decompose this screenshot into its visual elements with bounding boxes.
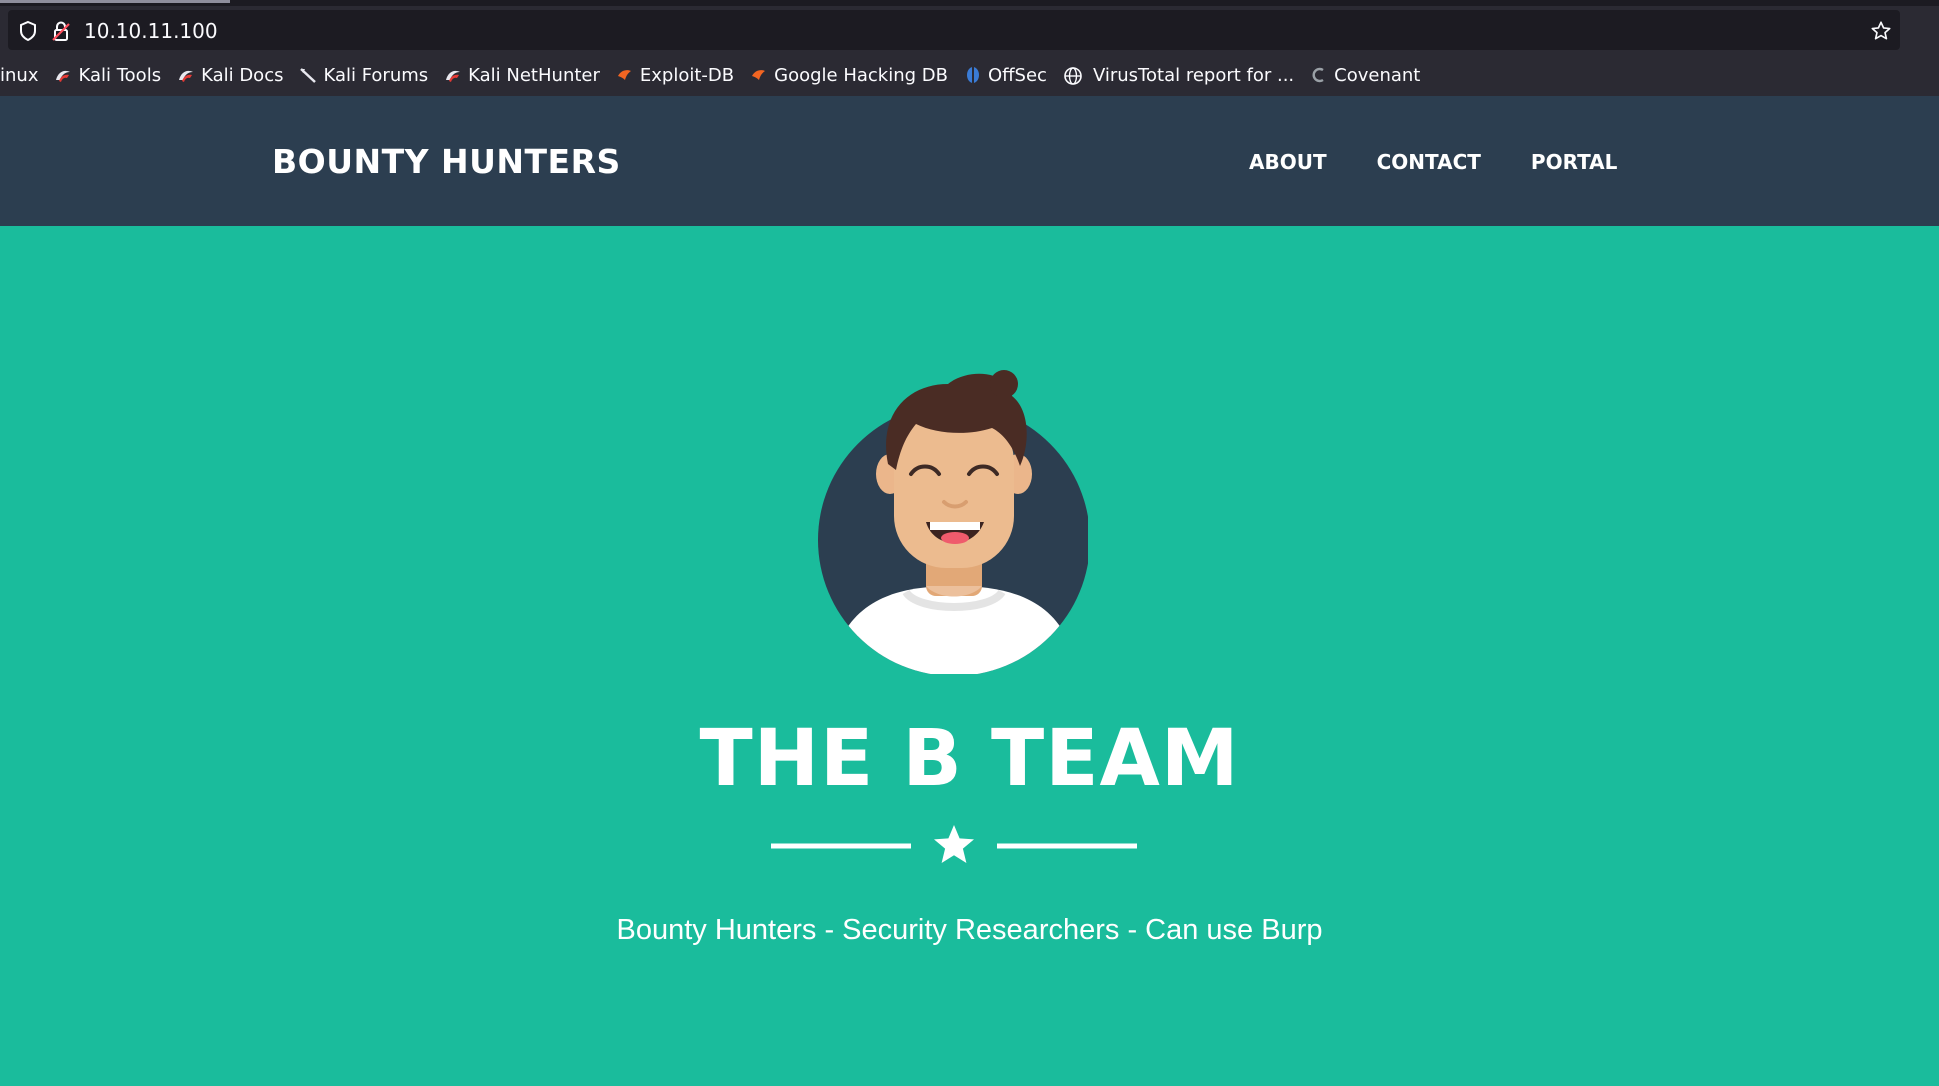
browser-chrome: 10.10.11.100 inux Kali Tools Kali Docs K… (0, 0, 1939, 96)
covenant-icon (1310, 66, 1328, 84)
offsec-icon (964, 66, 982, 84)
bookmark-kali-tools[interactable]: Kali Tools (54, 65, 161, 86)
active-tab-indicator[interactable] (0, 0, 230, 3)
url-bar[interactable]: 10.10.11.100 (8, 10, 1900, 50)
exploit-db-icon (616, 66, 634, 84)
bookmark-label: Kali NetHunter (468, 64, 600, 86)
bookmark-linux[interactable]: inux (0, 65, 38, 86)
bookmark-label: Kali Tools (78, 64, 162, 86)
kali-dragon-icon (444, 66, 462, 84)
bookmark-offsec[interactable]: OffSec (964, 65, 1047, 86)
kali-forums-icon (299, 66, 317, 84)
star-divider (771, 823, 1137, 869)
nav-menu: ABOUT CONTACT PORTAL (1249, 150, 1667, 174)
bookmarks-toolbar: inux Kali Tools Kali Docs Kali Forums Ka… (0, 58, 1939, 92)
bookmark-label: Google Hacking DB (774, 64, 948, 86)
bookmark-kali-forums[interactable]: Kali Forums (299, 65, 428, 86)
bookmark-label: inux (0, 64, 39, 86)
bookmark-kali-docs[interactable]: Kali Docs (177, 65, 283, 86)
bookmark-star-icon[interactable] (1870, 20, 1892, 47)
bookmark-label: Exploit-DB (639, 64, 735, 86)
insecure-lock-icon[interactable] (52, 20, 70, 47)
nav-contact-link[interactable]: CONTACT (1377, 150, 1481, 174)
exploit-db-icon (750, 66, 768, 84)
masthead: THE B TEAM Bounty Hunters - Security Res… (0, 226, 1939, 1086)
url-text[interactable]: 10.10.11.100 (84, 19, 218, 43)
bookmark-kali-nethunter[interactable]: Kali NetHunter (444, 65, 600, 86)
bookmark-virustotal[interactable]: VirusTotal report for ... (1063, 65, 1294, 86)
shield-icon[interactable] (18, 20, 38, 47)
site-brand[interactable]: BOUNTY HUNTERS (272, 142, 621, 181)
nav-about-link[interactable]: ABOUT (1249, 150, 1327, 174)
avatar-illustration (808, 354, 1090, 676)
bookmark-covenant[interactable]: Covenant (1310, 65, 1420, 86)
nav-portal-link[interactable]: PORTAL (1531, 150, 1617, 174)
bookmark-label: VirusTotal report for ... (1092, 64, 1295, 86)
site-navbar: BOUNTY HUNTERS ABOUT CONTACT PORTAL (0, 96, 1939, 226)
bookmark-label: Kali Docs (201, 64, 284, 86)
hero-title: THE B TEAM (699, 714, 1240, 804)
tab-strip (0, 0, 1939, 6)
bookmark-label: Kali Forums (323, 64, 429, 86)
bookmark-exploit-db[interactable]: Exploit-DB (616, 65, 734, 86)
kali-dragon-icon (54, 66, 72, 84)
kali-dragon-icon (177, 66, 195, 84)
bookmark-google-hacking-db[interactable]: Google Hacking DB (750, 65, 948, 86)
hero-subtitle: Bounty Hunters - Security Researchers - … (616, 914, 1323, 946)
bookmark-label: OffSec (987, 64, 1047, 86)
bookmark-label: Covenant (1334, 64, 1421, 86)
globe-icon (1063, 66, 1082, 85)
star-icon (934, 825, 974, 863)
